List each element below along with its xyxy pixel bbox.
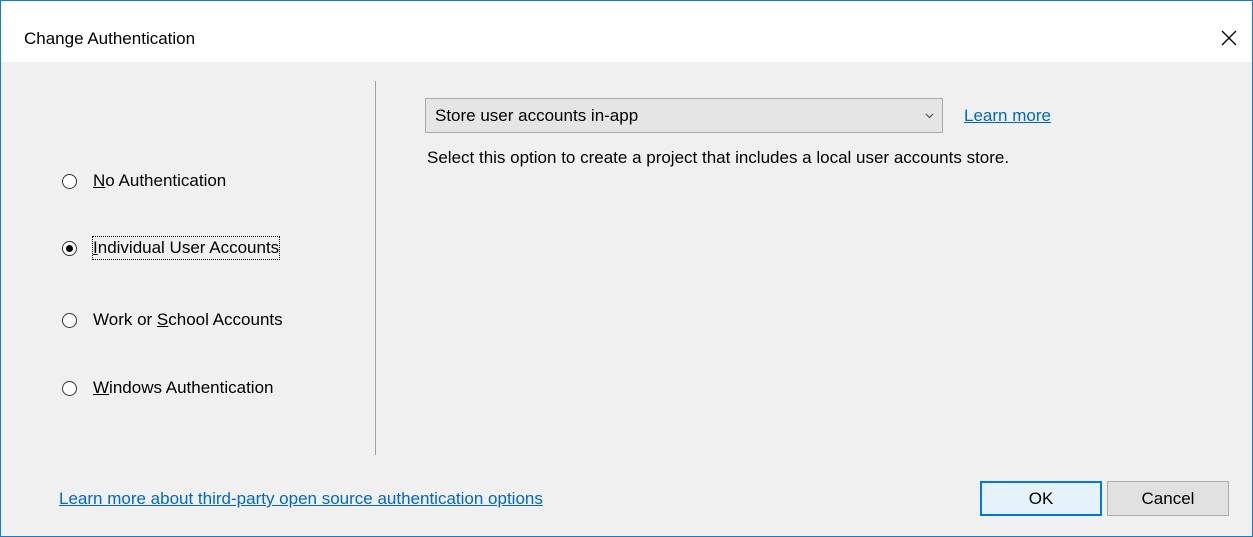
option-description: Select this option to create a project t… (427, 148, 1010, 167)
learn-more-link[interactable]: Learn more (964, 106, 1051, 126)
vertical-divider (375, 81, 376, 455)
radio-work-or-school-accounts[interactable]: Work or School Accounts (62, 307, 284, 333)
change-authentication-dialog: Change Authentication No Authentication … (0, 0, 1253, 537)
radio-button[interactable] (62, 380, 77, 396)
radio-button[interactable] (62, 240, 77, 256)
close-icon (1221, 30, 1237, 46)
dialog-title: Change Authentication (24, 29, 196, 48)
radio-label: No Authentication (93, 171, 227, 190)
close-button[interactable] (1206, 15, 1252, 61)
radio-label: Individual User Accounts (92, 236, 281, 260)
radio-button[interactable] (62, 173, 77, 189)
radio-individual-user-accounts[interactable]: Individual User Accounts (62, 235, 281, 261)
radio-no-authentication[interactable]: No Authentication (62, 168, 227, 194)
radio-label: Work or School Accounts (93, 310, 283, 329)
dropdown-value: Store user accounts in-app (435, 105, 639, 125)
third-party-auth-link[interactable]: Learn more about third-party open source… (59, 489, 543, 509)
radio-label: Windows Authentication (93, 378, 274, 397)
dialog-body: No Authentication Individual User Accoun… (1, 62, 1252, 536)
radio-windows-authentication[interactable]: Windows Authentication (62, 375, 275, 401)
ok-button[interactable]: OK (980, 481, 1102, 516)
cancel-button[interactable]: Cancel (1107, 481, 1229, 516)
chevron-down-icon (916, 113, 942, 119)
title-bar: Change Authentication (1, 1, 1252, 62)
radio-button[interactable] (62, 312, 77, 328)
store-accounts-dropdown[interactable]: Store user accounts in-app (425, 98, 943, 133)
